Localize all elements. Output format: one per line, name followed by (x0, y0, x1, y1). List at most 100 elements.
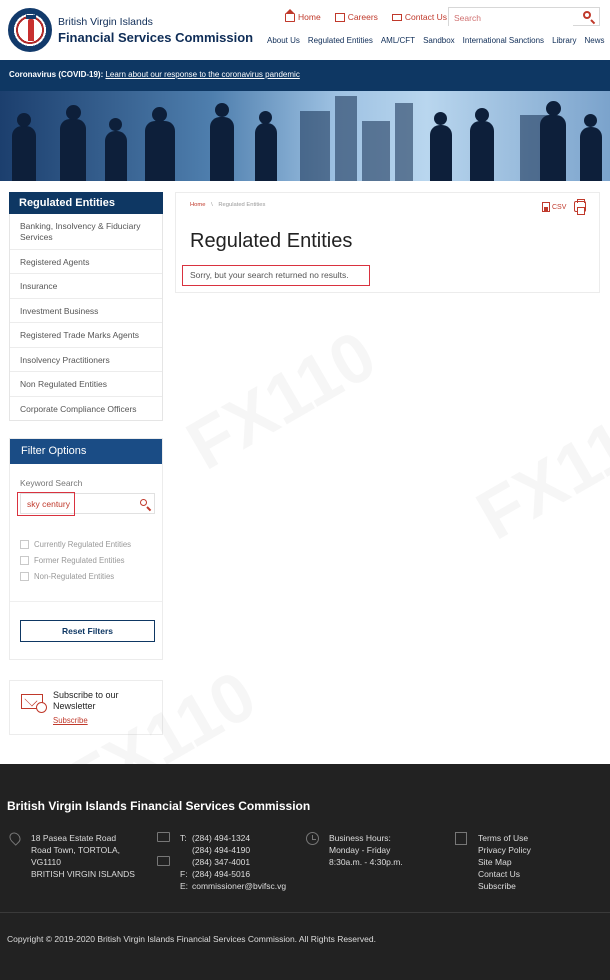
hours-line: Monday - Friday (329, 845, 391, 855)
logo-text-line2[interactable]: Financial Services Commission (58, 30, 253, 45)
home-icon (285, 8, 295, 22)
regulated-entities-sidebar: Regulated Entities Banking, Insolvency &… (9, 192, 163, 421)
sidebar-item-insurance[interactable]: Insurance (10, 273, 162, 298)
footer-title: British Virgin Islands Financial Service… (7, 799, 311, 813)
hours-line: 8:30a.m. - 4:30p.m. (329, 857, 403, 867)
util-careers-link[interactable]: Careers (334, 12, 378, 22)
covid-link[interactable]: Learn about our response to the coronavi… (105, 70, 299, 79)
footer-link-privacy[interactable]: Privacy Policy (478, 844, 531, 856)
util-contact-link[interactable]: Contact Us (391, 12, 447, 22)
breadcrumb-current: Regulated Entities (218, 202, 266, 208)
keyword-search-button[interactable] (140, 499, 147, 506)
contact-label: F: (180, 869, 188, 879)
nav-library[interactable]: Library (552, 36, 576, 45)
nav-international-sanctions[interactable]: International Sanctions (463, 36, 544, 45)
checkbox-currently-regulated[interactable]: Currently Regulated Entities (20, 540, 131, 549)
csv-export-button[interactable]: CSV (542, 202, 566, 212)
reset-filters-button[interactable]: Reset Filters (20, 620, 155, 642)
csv-file-icon (542, 202, 550, 212)
page-title: Regulated Entities (190, 230, 353, 252)
sidebar-header[interactable]: Regulated Entities (9, 192, 163, 214)
address-line: Road Town, TORTOLA, (31, 845, 120, 855)
util-home-link[interactable]: Home (285, 8, 321, 22)
sidebar-item-insolvency-practitioners[interactable]: Insolvency Practitioners (10, 347, 162, 371)
site-footer: British Virgin Islands Financial Service… (0, 764, 610, 980)
contact-label (180, 856, 192, 868)
sidebar-list: Banking, Insolvency & Fiduciary Services… (9, 214, 163, 421)
sidebar-item-registered-agents[interactable]: Registered Agents (10, 249, 162, 273)
watermark: FX110 (464, 385, 610, 555)
util-home-label: Home (298, 12, 321, 22)
csv-label: CSV (552, 203, 567, 211)
phone-number[interactable]: (284) 494-1324 (192, 832, 286, 844)
fsc-logo-seal-icon[interactable] (8, 8, 52, 52)
checkbox-non-regulated[interactable]: Non-Regulated Entities (20, 572, 114, 581)
main-content-card: Home \ Regulated Entities CSV Regulated … (175, 192, 600, 293)
checkbox[interactable] (20, 540, 29, 549)
logo-text-line1[interactable]: British Virgin Islands (58, 16, 153, 28)
nav-aml-cft[interactable]: AML/CFT (381, 36, 415, 45)
sidebar-item-banking[interactable]: Banking, Insolvency & Fiduciary Services (10, 214, 162, 249)
nav-news[interactable]: News (585, 36, 605, 45)
site-search-input[interactable] (449, 9, 573, 27)
site-header: British Virgin Islands Financial Service… (0, 0, 610, 60)
nav-sandbox[interactable]: Sandbox (423, 36, 455, 45)
newsletter-title: Subscribe to our Newsletter (53, 690, 119, 711)
footer-link-terms[interactable]: Terms of Use (478, 832, 531, 844)
breadcrumb-home[interactable]: Home (190, 202, 205, 208)
site-search-button[interactable] (583, 11, 595, 23)
checkbox-former-regulated[interactable]: Former Regulated Entities (20, 556, 125, 565)
util-careers-label: Careers (347, 12, 378, 22)
footer-link-subscribe[interactable]: Subscribe (478, 880, 531, 892)
checkbox-label: Currently Regulated Entities (34, 540, 132, 549)
copyright-text: Copyright © 2019-2020 British Virgin Isl… (7, 934, 376, 944)
main-nav: About Us Regulated Entities AML/CFT Sand… (267, 36, 605, 45)
sidebar-item-non-regulated[interactable]: Non Regulated Entities (10, 371, 162, 396)
phone-number[interactable]: (284) 494-4190 (192, 844, 286, 856)
checkbox[interactable] (20, 572, 29, 581)
phone-chat-icon (157, 832, 170, 842)
nav-regulated-entities[interactable]: Regulated Entities (308, 36, 373, 45)
phone-number[interactable]: (284) 347-4001 (192, 856, 286, 868)
keyword-highlight-box (17, 492, 75, 516)
watermark: FX110 (174, 315, 389, 485)
sidebar-item-compliance-officers[interactable]: Corporate Compliance Officers (10, 396, 162, 420)
contact-label (180, 844, 192, 856)
hero-banner-image (0, 91, 610, 181)
nav-about-us[interactable]: About Us (267, 36, 300, 45)
footer-link-contact[interactable]: Contact Us (478, 868, 531, 880)
footer-contact-labels: T: F: E: (180, 832, 192, 892)
search-icon (583, 11, 591, 19)
no-results-message: Sorry, but your search returned no resul… (182, 265, 370, 286)
hours-line: Business Hours: (329, 833, 391, 843)
checkbox-label: Former Regulated Entities (34, 556, 125, 565)
briefcase-icon (334, 12, 345, 22)
envelope-icon (21, 694, 47, 713)
email-link[interactable]: commissioner@bvifsc.vg (192, 880, 286, 892)
footer-link-sitemap[interactable]: Site Map (478, 856, 531, 868)
sidebar-item-investment-business[interactable]: Investment Business (10, 298, 162, 322)
filter-header: Filter Options (10, 439, 162, 464)
newsletter-box: Subscribe to our Newsletter Subscribe (9, 680, 163, 735)
footer-divider (0, 912, 610, 913)
breadcrumb-separator: \ (211, 202, 213, 208)
footer-hours: Business Hours: Monday - Friday 8:30a.m.… (329, 832, 403, 868)
breadcrumb: Home \ Regulated Entities (190, 202, 265, 208)
filter-options-panel: Filter Options Keyword Search Currently … (9, 438, 163, 660)
location-pin-icon (7, 830, 23, 846)
footer-contact: (284) 494-1324 (284) 494-4190 (284) 347-… (192, 832, 286, 892)
address-line: VG1110 (31, 857, 61, 867)
newsletter-subscribe-link[interactable]: Subscribe (53, 716, 88, 725)
contact-label: E: (180, 881, 189, 891)
print-icon[interactable] (574, 199, 586, 215)
footer-address: 18 Pasea Estate Road Road Town, TORTOLA,… (31, 832, 135, 880)
sidebar-item-trade-marks-agents[interactable]: Registered Trade Marks Agents (10, 322, 162, 347)
search-icon (140, 499, 147, 506)
filter-divider (10, 601, 162, 602)
keyword-search-label: Keyword Search (20, 478, 83, 488)
address-line: BRITISH VIRGIN ISLANDS (31, 869, 135, 879)
fax-number: (284) 494-5016 (192, 869, 251, 879)
checkbox[interactable] (20, 556, 29, 565)
contact-label: T: (180, 833, 187, 843)
address-line: 18 Pasea Estate Road (31, 833, 117, 843)
